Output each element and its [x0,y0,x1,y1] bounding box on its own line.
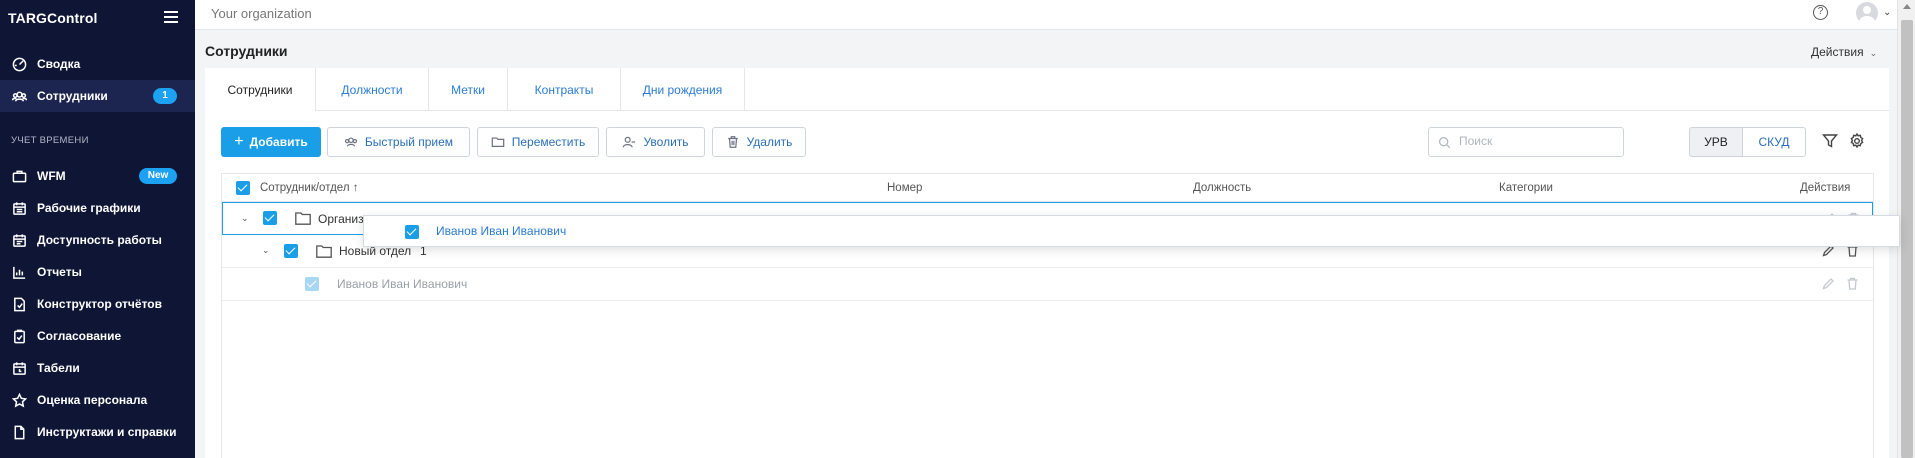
user-minus-icon [623,136,636,148]
calendar-check-icon [11,232,27,248]
main-card: Сотрудники Должности Метки Контракты Дни… [205,68,1889,458]
sidebar-item-reports[interactable]: Отчеты [0,256,195,288]
sidebar-item-label: Согласование [37,329,122,343]
folder-icon [491,137,505,147]
scrollbar-thumb[interactable] [1901,20,1913,458]
sidebar-item-label: Конструктор отчётов [37,297,162,311]
delete-button[interactable]: Удалить [712,127,806,157]
chevron-down-icon[interactable]: ⌄ [262,245,270,256]
sidebar-item-label: Табели [37,361,80,375]
scroll-up-arrow-icon[interactable] [1903,4,1911,9]
dismiss-button[interactable]: Уволить [606,127,705,157]
help-icon[interactable]: ? [1813,5,1828,20]
tab-positions[interactable]: Должности [316,68,429,111]
sidebar-item-label: Доступность работы [37,233,162,247]
avatar[interactable] [1856,2,1878,24]
chart-icon [11,264,27,280]
move-button[interactable]: Переместить [477,127,599,157]
actions-dropdown[interactable]: Действия ⌄ [1811,45,1877,59]
sidebar-item-label: WFM [37,169,66,183]
employees-count-badge: 1 [153,88,177,104]
sidebar-item-label: Отчеты [37,265,82,279]
calendar-icon [11,200,27,216]
tab-birthdays[interactable]: Дни рождения [621,68,745,111]
search-field[interactable] [1428,127,1624,157]
trash-icon[interactable] [1846,277,1859,290]
report-builder-icon [11,296,27,312]
gear-icon[interactable] [1849,132,1865,149]
new-badge: New [139,168,177,184]
section-label-time: УЧЕТ ВРЕМЕНИ [11,135,89,146]
column-header-employee[interactable]: Сотрудник/отдел ↑ [260,182,358,194]
menu-toggle-icon[interactable] [164,11,178,23]
sidebar-item-label: Сотрудники [37,89,108,103]
column-header-actions: Действия [1800,182,1851,194]
sidebar-item-instructions[interactable]: Инструктажи и справки [0,416,195,448]
row-checkbox[interactable] [263,211,277,225]
search-icon [1439,137,1451,149]
approval-icon [11,328,27,344]
folder-icon [295,212,311,225]
chevron-down-icon[interactable]: ⌄ [1883,7,1891,18]
sidebar: TARGControl Сводка Сотрудники 1 УЧЕТ ВРЕ… [0,0,195,458]
star-icon [11,392,27,408]
table-header: Сотрудник/отдел ↑ Номер Должность Катего… [222,174,1873,202]
column-header-number[interactable]: Номер [887,182,922,194]
mode-urv-button[interactable]: УРВ [1689,127,1743,157]
sidebar-item-label: Оценка персонала [37,393,148,407]
top-bar: Your organization ? ⌄ [195,0,1897,30]
drag-preview-row[interactable]: Иванов Иван Иванович [363,215,1900,247]
document-icon [11,424,27,440]
sidebar-item-wfm[interactable]: WFM New [0,160,195,192]
add-button[interactable]: + Добавить [221,127,321,157]
dashboard-icon [11,56,27,72]
mode-skud-button[interactable]: СКУД [1743,127,1806,157]
column-header-categories[interactable]: Категории [1499,182,1553,194]
plus-icon: + [234,133,244,150]
row-checkbox[interactable] [284,244,298,258]
tab-contracts[interactable]: Контракты [508,68,621,111]
sidebar-item-label: Рабочие графики [37,201,141,215]
app-root: TARGControl Сводка Сотрудники 1 УЧЕТ ВРЕ… [0,0,1915,458]
folder-icon [316,245,332,258]
sidebar-item-employees[interactable]: Сотрудники 1 [0,80,195,112]
row-label: Иванов Иван Иванович [337,277,468,291]
organization-name[interactable]: Your organization [211,6,312,21]
sidebar-item-evaluation[interactable]: Оценка персонала [0,384,195,416]
drag-preview-label: Иванов Иван Иванович [436,224,567,238]
actions-dropdown-label: Действия [1811,45,1864,59]
sidebar-item-approval[interactable]: Согласование [0,320,195,352]
users-icon [344,137,358,147]
row-checkbox[interactable] [305,277,319,291]
sidebar-item-label: Сводка [37,57,81,71]
tab-employees[interactable]: Сотрудники [205,68,316,111]
sidebar-item-summary[interactable]: Сводка [0,48,195,80]
column-header-position[interactable]: Должность [1193,182,1251,194]
briefcase-icon [11,168,27,184]
users-icon [11,88,27,104]
chevron-down-icon[interactable]: ⌄ [241,213,249,224]
tab-bar: Сотрудники Должности Метки Контракты Дни… [205,68,1889,111]
brand-logo: TARGControl [8,10,98,26]
search-input[interactable] [1459,134,1609,148]
sidebar-item-report-builder[interactable]: Конструктор отчётов [0,288,195,320]
sidebar-item-work-schedules[interactable]: Рабочие графики [0,192,195,224]
row-checkbox [405,225,419,239]
sidebar-item-availability[interactable]: Доступность работы [0,224,195,256]
page-title: Сотрудники [205,43,288,59]
timesheet-icon [11,360,27,376]
trash-icon [727,136,738,148]
edit-icon[interactable] [1822,277,1835,290]
select-all-checkbox[interactable] [236,181,250,195]
table-row[interactable]: Иванов Иван Иванович [222,268,1873,301]
filter-icon[interactable] [1822,133,1838,149]
sidebar-item-timesheets[interactable]: Табели [0,352,195,384]
sidebar-item-label: Инструктажи и справки [37,425,177,439]
quick-hire-button[interactable]: Быстрый прием [327,127,470,157]
chevron-down-icon: ⌄ [1869,48,1878,58]
tab-tags[interactable]: Метки [429,68,508,111]
